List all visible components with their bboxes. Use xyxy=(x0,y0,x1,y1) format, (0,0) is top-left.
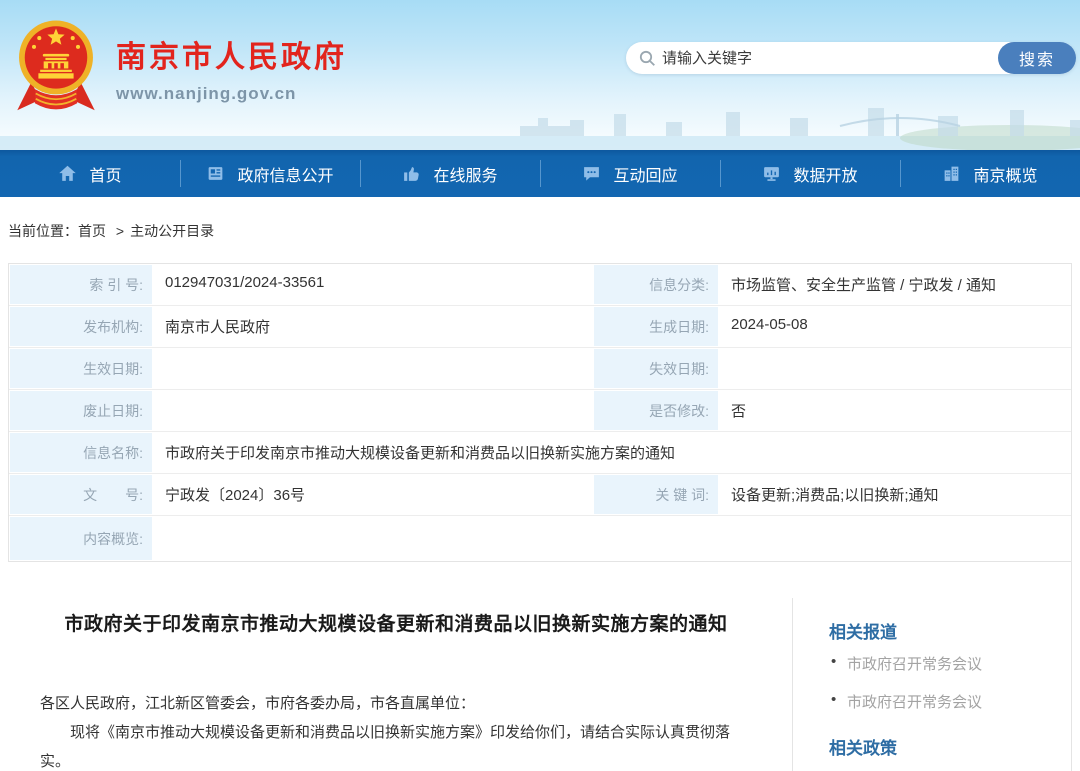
meta-value-effective-date xyxy=(153,348,593,389)
nav-item-label: 数据开放 xyxy=(793,162,857,186)
content-area: 市政府关于印发南京市推动大规模设备更新和消费品以旧换新实施方案的通知 各区人民政… xyxy=(8,562,1072,771)
main-nav: 首页 政府信息公开 在线服务 互动回应 xyxy=(0,150,1080,197)
meta-value-summary xyxy=(153,516,1071,561)
table-row: 废止日期: 是否修改: 否 xyxy=(9,389,1071,431)
city-overview-icon xyxy=(942,164,961,183)
interaction-icon xyxy=(582,164,601,183)
table-row: 信息名称: 市政府关于印发南京市推动大规模设备更新和消费品以旧换新实施方案的通知 xyxy=(9,431,1071,473)
nav-item-home[interactable]: 首页 xyxy=(0,150,180,197)
document-meta-table: 索 引 号: 012947031/2024-33561 信息分类: 市场监管、安… xyxy=(8,263,1072,562)
home-icon xyxy=(58,164,77,183)
nav-item-label: 南京概览 xyxy=(973,162,1037,186)
breadcrumb-separator: > xyxy=(116,223,124,239)
article-paragraph: 现将《南京市推动大规模设备更新和消费品以旧换新实施方案》印发给你们，请结合实际认… xyxy=(40,718,752,771)
nav-item-interaction[interactable]: 互动回应 xyxy=(540,150,720,197)
site-title: 南京市人民政府 xyxy=(116,32,347,76)
meta-value-issuer: 南京市人民政府 xyxy=(153,306,593,347)
nav-item-data-open[interactable]: 数据开放 xyxy=(720,150,900,197)
related-sidebar: 相关报道 市政府召开常务会议 市政府召开常务会议 相关政策 xyxy=(792,598,1072,771)
table-row: 内容概览: xyxy=(9,515,1071,561)
article: 市政府关于印发南京市推动大规模设备更新和消费品以旧换新实施方案的通知 各区人民政… xyxy=(8,562,792,771)
meta-label-doc-number: 文 号: xyxy=(9,474,153,515)
related-policies-heading: 相关政策 xyxy=(829,734,1058,759)
nav-item-label: 互动回应 xyxy=(613,162,677,186)
meta-value-created-date: 2024-05-08 xyxy=(719,306,1071,347)
related-reports-list: 市政府召开常务会议 市政府召开常务会议 xyxy=(829,653,1058,712)
meta-label-created-date: 生成日期: xyxy=(593,306,719,347)
table-row: 生效日期: 失效日期: xyxy=(9,347,1071,389)
meta-value-category: 市场监管、安全生产监管 / 宁政发 / 通知 xyxy=(719,264,1071,305)
meta-value-doc-number: 宁政发〔2024〕36号 xyxy=(153,474,593,515)
breadcrumb-current-link[interactable]: 主动公开目录 xyxy=(130,223,214,239)
sidebar-right-divider xyxy=(1071,562,1072,771)
meta-label-expiry-date: 失效日期: xyxy=(593,348,719,389)
national-emblem-icon xyxy=(12,16,100,120)
meta-label-keywords: 关 键 词: xyxy=(593,474,719,515)
online-service-icon xyxy=(402,164,421,183)
meta-value-title: 市政府关于印发南京市推动大规模设备更新和消费品以旧换新实施方案的通知 xyxy=(153,432,1071,473)
search-bar: 搜索 xyxy=(626,42,1076,74)
meta-label-effective-date: 生效日期: xyxy=(9,348,153,389)
meta-label-modified: 是否修改: xyxy=(593,390,719,431)
search-icon xyxy=(638,49,656,67)
search-input[interactable] xyxy=(662,42,982,74)
table-row: 文 号: 宁政发〔2024〕36号 关 键 词: 设备更新;消费品;以旧换新;通… xyxy=(9,473,1071,515)
nav-item-label: 在线服务 xyxy=(433,162,497,186)
meta-label-index-no: 索 引 号: xyxy=(9,264,153,305)
meta-label-title: 信息名称: xyxy=(9,432,153,473)
nav-item-online-service[interactable]: 在线服务 xyxy=(360,150,540,197)
meta-label-issuer: 发布机构: xyxy=(9,306,153,347)
breadcrumb: 当前位置：首页 > 主动公开目录 xyxy=(8,221,1072,241)
site-brand: 南京市人民政府 www.nanjing.gov.cn xyxy=(12,16,347,120)
related-reports-heading: 相关报道 xyxy=(829,618,1058,643)
meta-label-summary: 内容概览: xyxy=(9,516,153,561)
meta-label-abolish-date: 废止日期: xyxy=(9,390,153,431)
article-paragraph: 各区人民政府，江北新区管委会，市府各委办局，市各直属单位： xyxy=(40,689,752,718)
meta-value-keywords: 设备更新;消费品;以旧换新;通知 xyxy=(719,474,1071,515)
list-item[interactable]: 市政府召开常务会议 xyxy=(829,691,1058,712)
nav-item-label: 首页 xyxy=(89,162,121,186)
meta-value-modified: 否 xyxy=(719,390,1071,431)
site-url: www.nanjing.gov.cn xyxy=(116,84,347,104)
meta-value-abolish-date xyxy=(153,390,593,431)
nav-item-city-overview[interactable]: 南京概览 xyxy=(900,150,1080,197)
breadcrumb-home-link[interactable]: 首页 xyxy=(78,223,106,239)
table-row: 索 引 号: 012947031/2024-33561 信息分类: 市场监管、安… xyxy=(9,264,1071,305)
table-row: 发布机构: 南京市人民政府 生成日期: 2024-05-08 xyxy=(9,305,1071,347)
meta-label-category: 信息分类: xyxy=(593,264,719,305)
nav-item-gov-info[interactable]: 政府信息公开 xyxy=(180,150,360,197)
article-title: 市政府关于印发南京市推动大规模设备更新和消费品以旧换新实施方案的通知 xyxy=(60,606,732,643)
breadcrumb-label: 当前位置： xyxy=(8,223,78,239)
site-header: 南京市人民政府 www.nanjing.gov.cn 搜索 xyxy=(0,0,1080,150)
data-open-icon xyxy=(762,164,781,183)
nav-item-label: 政府信息公开 xyxy=(237,162,333,186)
search-button[interactable]: 搜索 xyxy=(998,42,1076,74)
list-item[interactable]: 市政府召开常务会议 xyxy=(829,653,1058,674)
meta-value-expiry-date xyxy=(719,348,1071,389)
gov-info-icon xyxy=(206,164,225,183)
meta-value-index-no: 012947031/2024-33561 xyxy=(153,264,593,305)
